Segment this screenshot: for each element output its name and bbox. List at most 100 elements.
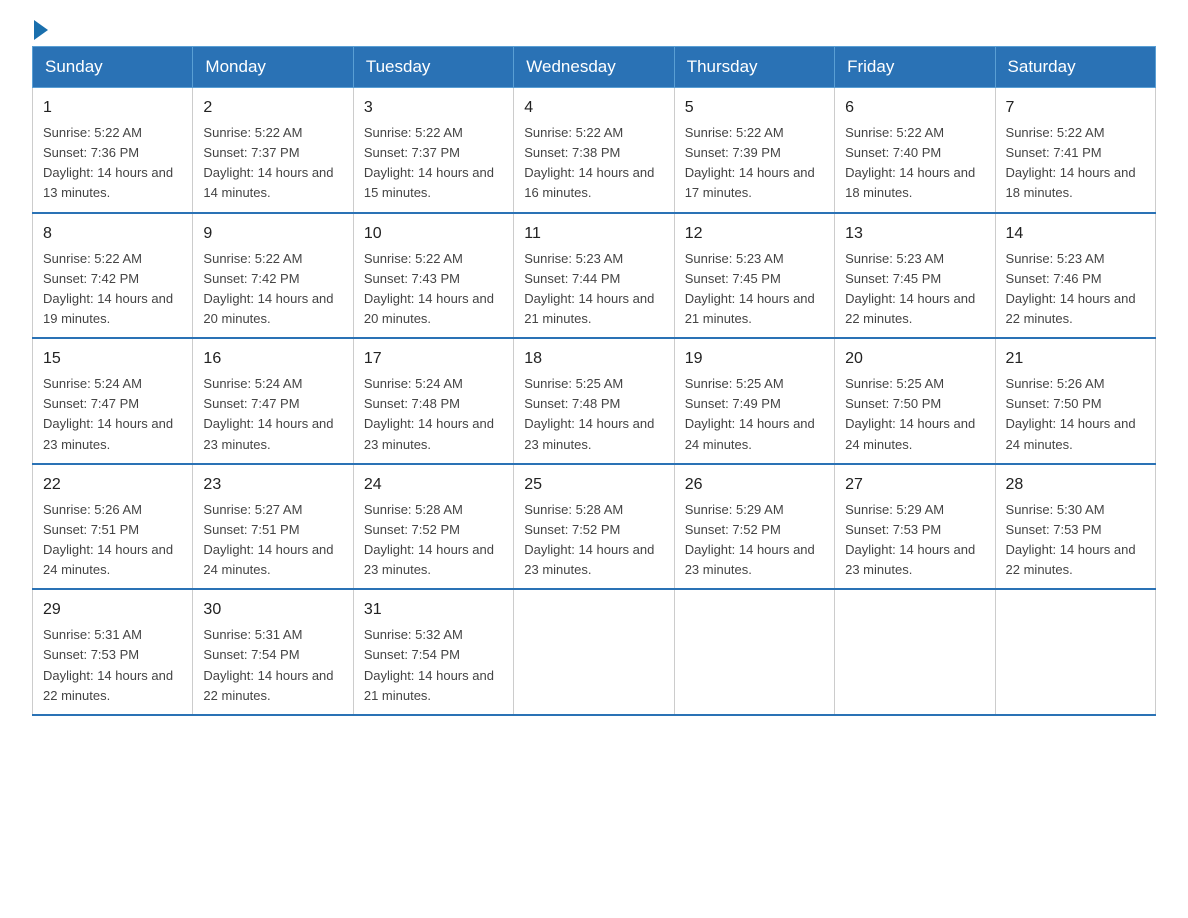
day-info: Sunrise: 5:24 AMSunset: 7:48 PMDaylight:… — [364, 374, 503, 455]
day-info: Sunrise: 5:29 AMSunset: 7:52 PMDaylight:… — [685, 500, 824, 581]
day-info: Sunrise: 5:25 AMSunset: 7:48 PMDaylight:… — [524, 374, 663, 455]
day-number: 30 — [203, 598, 342, 622]
day-info: Sunrise: 5:31 AMSunset: 7:54 PMDaylight:… — [203, 625, 342, 706]
calendar-cell: 8 Sunrise: 5:22 AMSunset: 7:42 PMDaylight… — [33, 213, 193, 339]
day-info: Sunrise: 5:22 AMSunset: 7:43 PMDaylight:… — [364, 249, 503, 330]
day-number: 26 — [685, 473, 824, 497]
day-info: Sunrise: 5:27 AMSunset: 7:51 PMDaylight:… — [203, 500, 342, 581]
day-info: Sunrise: 5:31 AMSunset: 7:53 PMDaylight:… — [43, 625, 182, 706]
day-number: 25 — [524, 473, 663, 497]
day-number: 28 — [1006, 473, 1145, 497]
day-number: 13 — [845, 222, 984, 246]
day-number: 4 — [524, 96, 663, 120]
day-info: Sunrise: 5:25 AMSunset: 7:49 PMDaylight:… — [685, 374, 824, 455]
calendar-cell: 2 Sunrise: 5:22 AMSunset: 7:37 PMDaylight… — [193, 88, 353, 213]
calendar-cell: 19 Sunrise: 5:25 AMSunset: 7:49 PMDayligh… — [674, 338, 834, 464]
day-number: 23 — [203, 473, 342, 497]
calendar-cell — [995, 589, 1155, 715]
day-number: 21 — [1006, 347, 1145, 371]
day-info: Sunrise: 5:22 AMSunset: 7:42 PMDaylight:… — [203, 249, 342, 330]
day-info: Sunrise: 5:32 AMSunset: 7:54 PMDaylight:… — [364, 625, 503, 706]
calendar-cell: 29 Sunrise: 5:31 AMSunset: 7:53 PMDayligh… — [33, 589, 193, 715]
calendar-cell: 10 Sunrise: 5:22 AMSunset: 7:43 PMDayligh… — [353, 213, 513, 339]
day-info: Sunrise: 5:28 AMSunset: 7:52 PMDaylight:… — [364, 500, 503, 581]
header-wednesday: Wednesday — [514, 47, 674, 88]
calendar-cell: 5 Sunrise: 5:22 AMSunset: 7:39 PMDaylight… — [674, 88, 834, 213]
day-number: 14 — [1006, 222, 1145, 246]
week-row-1: 8 Sunrise: 5:22 AMSunset: 7:42 PMDaylight… — [33, 213, 1156, 339]
header-saturday: Saturday — [995, 47, 1155, 88]
day-info: Sunrise: 5:23 AMSunset: 7:45 PMDaylight:… — [685, 249, 824, 330]
day-number: 27 — [845, 473, 984, 497]
day-info: Sunrise: 5:23 AMSunset: 7:45 PMDaylight:… — [845, 249, 984, 330]
day-info: Sunrise: 5:22 AMSunset: 7:38 PMDaylight:… — [524, 123, 663, 204]
day-number: 19 — [685, 347, 824, 371]
day-number: 12 — [685, 222, 824, 246]
week-row-0: 1Sunrise: 5:22 AMSunset: 7:36 PMDaylight… — [33, 88, 1156, 213]
calendar-cell: 27 Sunrise: 5:29 AMSunset: 7:53 PMDayligh… — [835, 464, 995, 590]
day-info: Sunrise: 5:22 AMSunset: 7:39 PMDaylight:… — [685, 123, 824, 204]
calendar-cell: 22 Sunrise: 5:26 AMSunset: 7:51 PMDayligh… — [33, 464, 193, 590]
page-header — [32, 24, 1156, 34]
calendar-cell: 14 Sunrise: 5:23 AMSunset: 7:46 PMDayligh… — [995, 213, 1155, 339]
day-number: 29 — [43, 598, 182, 622]
calendar-cell: 21Sunrise: 5:26 AMSunset: 7:50 PMDayligh… — [995, 338, 1155, 464]
calendar-cell: 6Sunrise: 5:22 AMSunset: 7:40 PMDaylight… — [835, 88, 995, 213]
header-row: SundayMondayTuesdayWednesdayThursdayFrid… — [33, 47, 1156, 88]
day-number: 20 — [845, 347, 984, 371]
calendar-cell: 31 Sunrise: 5:32 AMSunset: 7:54 PMDayligh… — [353, 589, 513, 715]
day-number: 2 — [203, 96, 342, 120]
day-number: 10 — [364, 222, 503, 246]
day-number: 8 — [43, 222, 182, 246]
day-number: 11 — [524, 222, 663, 246]
day-info: Sunrise: 5:22 AMSunset: 7:37 PMDaylight:… — [203, 123, 342, 204]
calendar-cell: 17 Sunrise: 5:24 AMSunset: 7:48 PMDayligh… — [353, 338, 513, 464]
day-info: Sunrise: 5:24 AMSunset: 7:47 PMDaylight:… — [203, 374, 342, 455]
day-info: Sunrise: 5:22 AMSunset: 7:37 PMDaylight:… — [364, 123, 503, 204]
calendar-cell: 13 Sunrise: 5:23 AMSunset: 7:45 PMDayligh… — [835, 213, 995, 339]
calendar-cell — [835, 589, 995, 715]
day-info: Sunrise: 5:22 AMSunset: 7:42 PMDaylight:… — [43, 249, 182, 330]
day-number: 5 — [685, 96, 824, 120]
calendar-cell: 18 Sunrise: 5:25 AMSunset: 7:48 PMDayligh… — [514, 338, 674, 464]
week-row-4: 29 Sunrise: 5:31 AMSunset: 7:53 PMDayligh… — [33, 589, 1156, 715]
day-number: 15 — [43, 347, 182, 371]
week-row-3: 22 Sunrise: 5:26 AMSunset: 7:51 PMDayligh… — [33, 464, 1156, 590]
header-thursday: Thursday — [674, 47, 834, 88]
calendar-cell — [674, 589, 834, 715]
day-number: 1 — [43, 96, 182, 120]
day-info: Sunrise: 5:24 AMSunset: 7:47 PMDaylight:… — [43, 374, 182, 455]
calendar-cell: 3 Sunrise: 5:22 AMSunset: 7:37 PMDaylight… — [353, 88, 513, 213]
header-sunday: Sunday — [33, 47, 193, 88]
day-number: 31 — [364, 598, 503, 622]
calendar-cell: 12 Sunrise: 5:23 AMSunset: 7:45 PMDayligh… — [674, 213, 834, 339]
header-tuesday: Tuesday — [353, 47, 513, 88]
day-info: Sunrise: 5:29 AMSunset: 7:53 PMDaylight:… — [845, 500, 984, 581]
calendar-cell: 28 Sunrise: 5:30 AMSunset: 7:53 PMDayligh… — [995, 464, 1155, 590]
calendar-cell — [514, 589, 674, 715]
calendar-cell: 7 Sunrise: 5:22 AMSunset: 7:41 PMDaylight… — [995, 88, 1155, 213]
calendar-cell: 16 Sunrise: 5:24 AMSunset: 7:47 PMDayligh… — [193, 338, 353, 464]
day-number: 16 — [203, 347, 342, 371]
header-monday: Monday — [193, 47, 353, 88]
day-number: 24 — [364, 473, 503, 497]
day-info: Sunrise: 5:30 AMSunset: 7:53 PMDaylight:… — [1006, 500, 1145, 581]
header-friday: Friday — [835, 47, 995, 88]
day-number: 9 — [203, 222, 342, 246]
day-info: Sunrise: 5:22 AMSunset: 7:41 PMDaylight:… — [1006, 123, 1145, 204]
calendar-cell: 9 Sunrise: 5:22 AMSunset: 7:42 PMDaylight… — [193, 213, 353, 339]
day-info: Sunrise: 5:23 AMSunset: 7:46 PMDaylight:… — [1006, 249, 1145, 330]
calendar-table: SundayMondayTuesdayWednesdayThursdayFrid… — [32, 46, 1156, 716]
day-number: 22 — [43, 473, 182, 497]
day-number: 3 — [364, 96, 503, 120]
day-info: Sunrise: 5:26 AMSunset: 7:51 PMDaylight:… — [43, 500, 182, 581]
calendar-cell: 11 Sunrise: 5:23 AMSunset: 7:44 PMDayligh… — [514, 213, 674, 339]
day-number: 18 — [524, 347, 663, 371]
day-number: 7 — [1006, 96, 1145, 120]
day-info: Sunrise: 5:23 AMSunset: 7:44 PMDaylight:… — [524, 249, 663, 330]
calendar-cell: 20Sunrise: 5:25 AMSunset: 7:50 PMDayligh… — [835, 338, 995, 464]
day-number: 17 — [364, 347, 503, 371]
day-number: 6 — [845, 96, 984, 120]
calendar-cell: 1Sunrise: 5:22 AMSunset: 7:36 PMDaylight… — [33, 88, 193, 213]
week-row-2: 15 Sunrise: 5:24 AMSunset: 7:47 PMDayligh… — [33, 338, 1156, 464]
